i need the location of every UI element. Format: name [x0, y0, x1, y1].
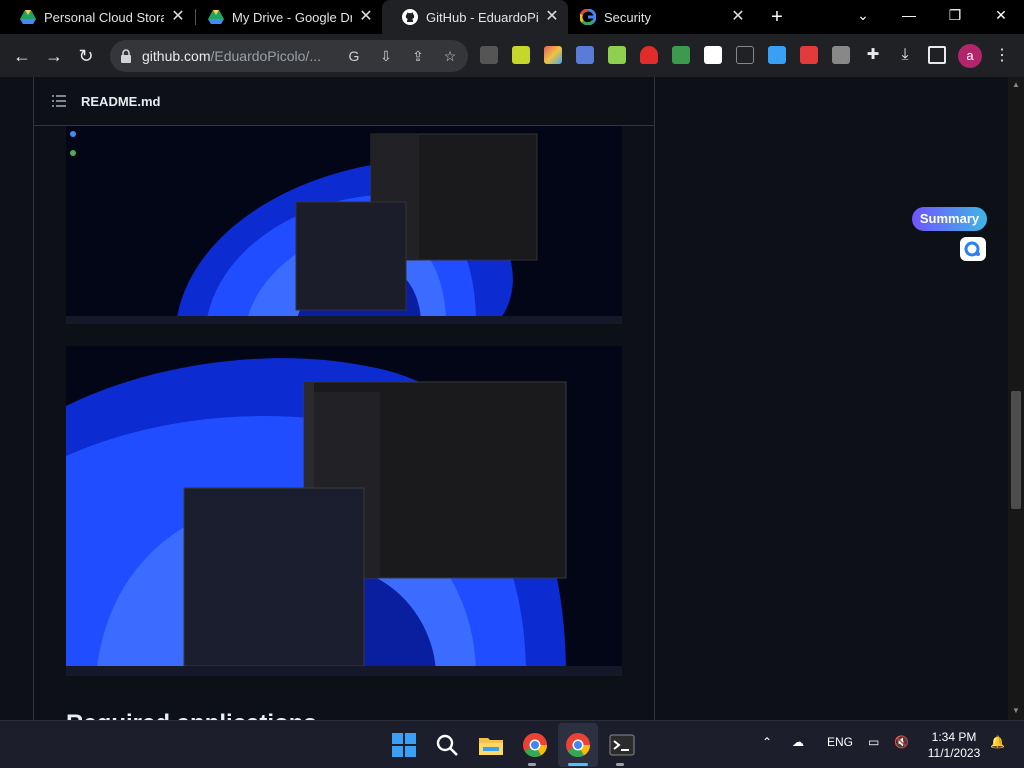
tab-title: GitHub - EduardoPicol — [426, 9, 538, 25]
clock-time: 1:34 PM — [931, 730, 977, 744]
reload-icon[interactable]: ↻ — [72, 42, 100, 70]
url-text: github.com/EduardoPicolo/... — [142, 48, 321, 64]
extension-icon[interactable] — [768, 46, 786, 64]
section-heading: Required applications — [66, 710, 317, 720]
language-indicator[interactable]: ENG — [827, 735, 853, 749]
network-icon[interactable]: ▭ — [868, 735, 879, 749]
windows-start-icon[interactable] — [390, 731, 418, 759]
scroll-down-icon[interactable]: ▼ — [1011, 706, 1021, 716]
extension-icon[interactable] — [512, 46, 530, 64]
tab-strip: Personal Cloud Storag ✕ My Drive - Googl… — [0, 0, 1024, 34]
browser-toolbar: ← → ↻ github.com/EduardoPicolo/... G ⇩ ⇪… — [0, 34, 1024, 77]
readme-screenshot-1 — [66, 126, 622, 324]
clock-date: 11/1/2023 — [927, 746, 981, 760]
tab-security[interactable]: Security ✕ — [560, 0, 754, 34]
running-indicator — [616, 763, 624, 766]
tab-my-drive[interactable]: My Drive - Google Dri ✕ — [188, 0, 382, 34]
windows-wallpaper-image — [66, 126, 622, 324]
lock-icon — [121, 49, 131, 63]
readme-screenshot-2 — [66, 346, 622, 676]
tab-github[interactable]: GitHub - EduardoPicol ✕ — [382, 0, 568, 34]
close-icon[interactable]: ✕ — [544, 9, 560, 25]
close-icon[interactable]: ✕ — [730, 9, 746, 25]
outline-list-icon[interactable] — [52, 95, 66, 107]
running-indicator — [528, 763, 536, 766]
restore-icon[interactable]: ❐ — [932, 0, 978, 30]
running-indicator — [568, 763, 588, 766]
github-icon — [402, 9, 418, 25]
summary-button[interactable]: Summary — [912, 207, 987, 231]
new-tab-button[interactable]: + — [766, 6, 788, 28]
url-host: github.com — [142, 48, 211, 64]
chrome-icon[interactable] — [521, 731, 549, 759]
github-page: README.md Summary — [0, 77, 1008, 720]
kebab-menu-icon[interactable]: ⋮ — [994, 44, 1010, 68]
terminal-icon[interactable] — [608, 731, 636, 759]
tab-title: My Drive - Google Dri — [232, 9, 352, 25]
url-path: /EduardoPicolo/... — [210, 48, 321, 64]
windows-wallpaper-image — [66, 346, 622, 676]
tray-overflow-icon[interactable]: ⌃ — [762, 735, 772, 749]
extension-icon[interactable] — [608, 46, 626, 64]
tab-personal-cloud-storage[interactable]: Personal Cloud Storag ✕ — [0, 0, 194, 34]
bookmark-star-icon[interactable]: ☆ — [440, 46, 460, 66]
extension-icon[interactable] — [736, 46, 754, 64]
install-app-icon[interactable]: ⇩ — [376, 46, 396, 66]
readme-file-name: README.md — [81, 94, 161, 109]
google-icon — [580, 9, 596, 25]
profile-avatar[interactable]: a — [958, 44, 982, 68]
readme-container: README.md — [33, 77, 655, 720]
page-scrollbar[interactable]: ▲ ▼ — [1008, 77, 1024, 720]
share-icon[interactable]: ⇪ — [408, 46, 428, 66]
forward-icon[interactable]: → — [40, 42, 68, 70]
close-icon[interactable]: ✕ — [358, 9, 374, 25]
summarizer-logo-icon[interactable] — [960, 237, 986, 261]
minimize-icon[interactable]: — — [886, 0, 932, 30]
chrome-icon[interactable] — [564, 731, 592, 759]
side-panel-icon[interactable] — [928, 46, 946, 64]
notification-bell-icon[interactable]: 🔔 — [990, 735, 1005, 749]
address-bar[interactable]: github.com/EduardoPicolo/... G ⇩ ⇪ ☆ — [110, 40, 468, 72]
search-icon[interactable] — [433, 731, 461, 759]
extension-icon[interactable] — [832, 46, 850, 64]
tab-title: Personal Cloud Storag — [44, 9, 164, 25]
onedrive-offline-icon[interactable]: ☁ — [792, 735, 804, 749]
extension-icon[interactable] — [480, 46, 498, 64]
close-icon[interactable]: ✕ — [170, 9, 186, 25]
google-drive-icon — [208, 9, 224, 25]
google-drive-icon — [20, 9, 36, 25]
google-lens-icon[interactable]: G — [344, 46, 364, 66]
extension-icon[interactable] — [576, 46, 594, 64]
extension-icon[interactable] — [800, 46, 818, 64]
extension-icon[interactable] — [544, 46, 562, 64]
scroll-thumb[interactable] — [1011, 391, 1021, 509]
volume-muted-icon[interactable]: 🔇 — [894, 735, 909, 749]
system-clock[interactable]: 1:34 PM 11/1/2023 — [920, 729, 988, 761]
readme-header: README.md — [34, 77, 654, 126]
extensions-puzzle-icon[interactable]: ✚ — [864, 46, 882, 64]
tab-search-icon[interactable]: ⌄ — [840, 0, 886, 30]
extension-icon[interactable] — [640, 46, 658, 64]
file-explorer-icon[interactable] — [477, 731, 505, 759]
window-close-icon[interactable]: ✕ — [978, 0, 1024, 30]
tab-title: Security — [604, 9, 651, 25]
scroll-up-icon[interactable]: ▲ — [1011, 80, 1021, 90]
back-icon[interactable]: ← — [8, 42, 36, 70]
windows-taskbar: ⌃ ☁ ENG ▭ 🔇 1:34 PM 11/1/2023 🔔 — [0, 720, 1024, 768]
extension-icon[interactable] — [672, 46, 690, 64]
download-icon[interactable]: ⤓ — [896, 46, 914, 64]
extension-icon[interactable] — [704, 46, 722, 64]
